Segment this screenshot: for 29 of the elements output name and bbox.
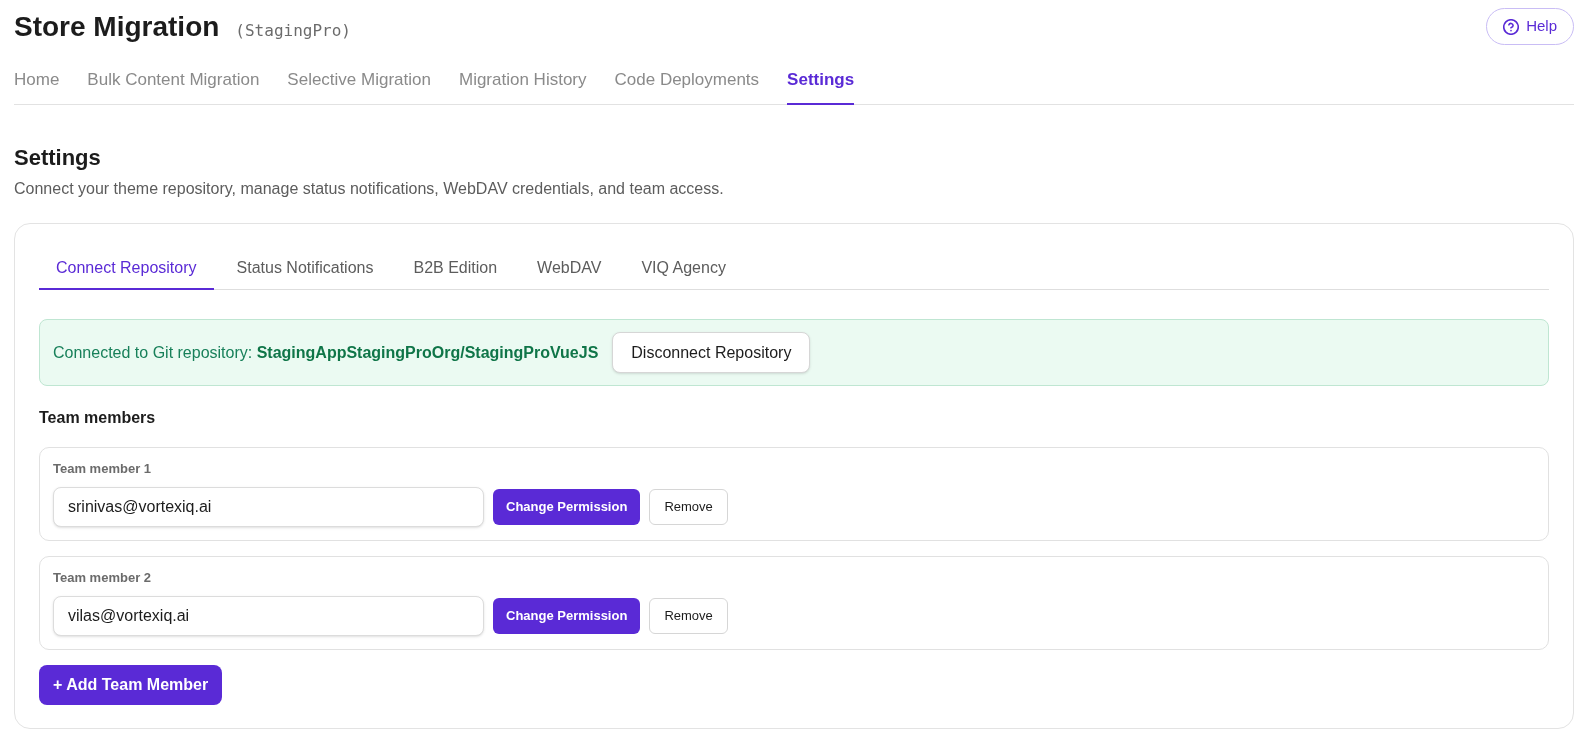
subsection-tab[interactable]: VIQ Agency [624, 257, 743, 290]
change-permission-button[interactable]: Change Permission [493, 489, 641, 525]
help-icon [1503, 18, 1520, 35]
nav-tab[interactable]: Bulk Content Migration [87, 68, 260, 105]
page-title: Store Migration [14, 11, 220, 43]
remove-button[interactable]: Remove [649, 598, 728, 634]
subsection-tab[interactable]: B2B Edition [396, 257, 515, 290]
email-input[interactable]: srinivas@vortexiq.ai [53, 487, 484, 527]
disconnect-repository-button[interactable]: Disconnect Repository [612, 332, 811, 373]
team-member-label: Team member 1 [53, 460, 152, 478]
nav-tab[interactable]: Settings [787, 68, 855, 105]
section-description: Connect your theme repository, manage status notifications, WebDAV credentials, and team access. [14, 179, 724, 199]
email-input[interactable]: vilas@vortexiq.ai [53, 596, 484, 636]
subsection-tab[interactable]: Status Notifications [219, 257, 391, 290]
subsection-tab[interactable]: Connect Repository [39, 257, 214, 290]
subsection-tab[interactable]: WebDAV [520, 257, 619, 290]
section-title: Settings [14, 144, 101, 172]
store-name: (StagingPro) [235, 20, 351, 42]
remove-button[interactable]: Remove [649, 489, 728, 525]
change-permission-button[interactable]: Change Permission [493, 598, 641, 634]
add-team-member-button[interactable]: + Add Team Member [39, 665, 223, 705]
team-member-label: Team member 2 [53, 569, 152, 587]
nav-tab[interactable]: Home [14, 68, 60, 105]
nav-tab[interactable]: Selective Migration [287, 68, 431, 105]
help-button[interactable]: Help [1486, 8, 1574, 45]
connection-status: Connected to Git repository: StagingAppStagingProOrg/StagingProVueJS [53, 342, 599, 363]
nav-tab[interactable]: Code Deployments [614, 68, 760, 105]
team-members-heading: Team members [39, 408, 156, 428]
nav-tab[interactable]: Migration History [458, 68, 587, 105]
